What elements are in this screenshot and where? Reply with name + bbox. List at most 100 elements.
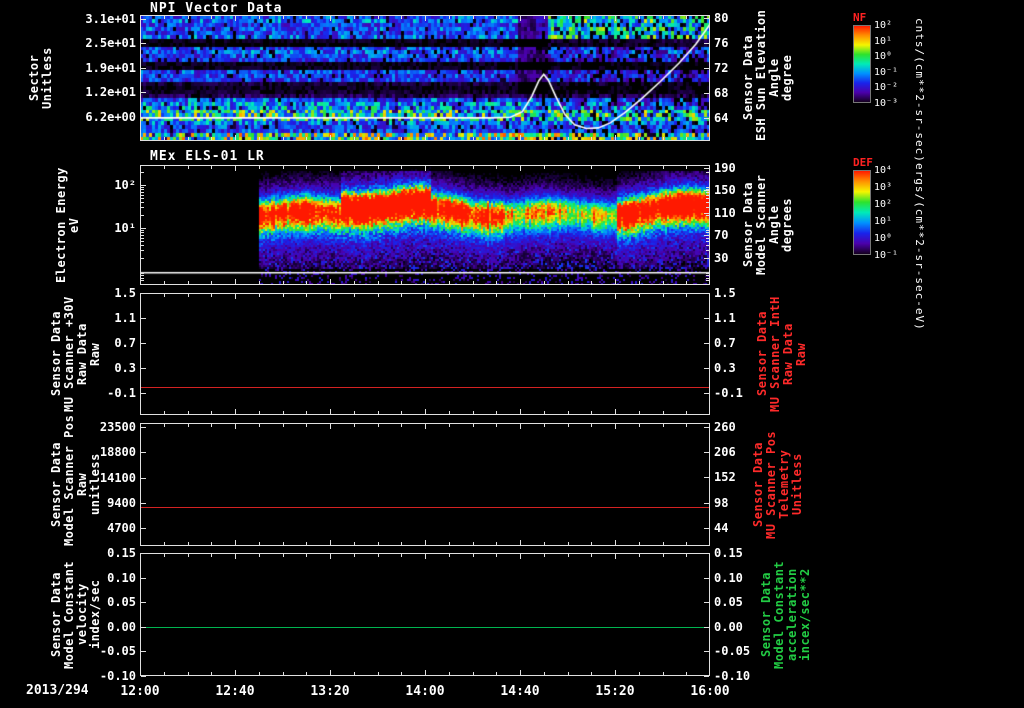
y-minor-tick [706, 245, 709, 246]
y-minor-tick [706, 232, 709, 233]
y-tick-mark [704, 118, 709, 119]
y-tick-mark [141, 117, 146, 118]
date-label: 2013/294 [26, 683, 89, 698]
x-tick-mark [496, 424, 497, 427]
x-tick-mark [330, 554, 331, 559]
x-tick-mark [591, 281, 592, 284]
x-tick-mark [401, 137, 402, 140]
y-minor-tick [141, 195, 144, 196]
x-tick-mark [188, 554, 189, 557]
colorbar-tick-label: 10⁰ [874, 51, 893, 62]
axis-label-line: Unitless [40, 47, 54, 109]
x-tick-mark [188, 166, 189, 169]
y-minor-tick [706, 230, 709, 231]
y-tick-label: 0.05 [714, 595, 743, 609]
y-tick-label: 2.5e+01 [85, 36, 136, 50]
y-minor-tick [141, 280, 144, 281]
x-tick-mark [211, 672, 212, 675]
y-minor-tick [141, 189, 144, 190]
y-tick-label: -0.05 [714, 644, 751, 658]
axis-label-line: Raw [88, 342, 102, 366]
x-tick-mark [425, 554, 426, 559]
x-tick-mark [520, 16, 521, 21]
x-tick-mark [164, 424, 165, 427]
x-tick-mark [639, 137, 640, 140]
x-tick-mark [211, 542, 212, 545]
y-tick-mark [704, 553, 709, 554]
x-tick-mark [330, 424, 331, 429]
y-minor-tick [141, 198, 144, 199]
y-minor-tick [141, 275, 144, 276]
x-tick-mark [568, 137, 569, 140]
y-tick-label: 260 [714, 420, 736, 434]
panel-title-els: MEx ELS-01 LR [150, 149, 265, 164]
y-tick-mark [704, 477, 709, 478]
x-tick-mark [164, 166, 165, 169]
x-tick-mark [615, 166, 616, 171]
x-tick-mark [591, 411, 592, 414]
x-tick-mark [425, 424, 426, 429]
x-tick-mark [663, 411, 664, 414]
x-tick-mark [188, 542, 189, 545]
y-minor-tick [141, 258, 144, 259]
x-tick-mark [663, 554, 664, 557]
x-tick-mark [235, 294, 236, 299]
x-tick-mark [354, 294, 355, 297]
y-tick-label: 1.1 [714, 311, 736, 325]
x-tick-mark [520, 409, 521, 414]
x-tick-mark [235, 166, 236, 171]
y-tick-mark [141, 343, 146, 344]
mu-scanner-30v-right-axis-label: Sensor Data MU Scanner IntH Raw Data Raw [755, 293, 808, 415]
x-tick-mark [591, 672, 592, 675]
time-tick-label: 14:00 [405, 684, 445, 699]
x-tick-mark [473, 672, 474, 675]
y-tick-mark [704, 578, 709, 579]
els-left-axis-label: Electron Energy eV [54, 165, 81, 285]
y-tick-mark [141, 293, 146, 294]
x-tick-mark [259, 424, 260, 427]
time-tick-label: 15:20 [595, 684, 635, 699]
axis-label-line: eV [67, 217, 81, 233]
y-minor-tick [706, 202, 709, 203]
x-tick-mark [520, 670, 521, 675]
x-tick-mark [568, 542, 569, 545]
y-tick-label: 1.2e+01 [85, 85, 136, 99]
x-tick-mark [378, 281, 379, 284]
x-tick-mark [615, 16, 616, 21]
npi-plot-frame [140, 15, 710, 141]
y-tick-mark [141, 427, 146, 428]
x-tick-mark [235, 670, 236, 675]
y-tick-mark [141, 368, 146, 369]
y-tick-label: 98 [714, 496, 729, 510]
x-tick-mark [425, 409, 426, 414]
els-plot-frame [140, 165, 710, 285]
colorbar-nf-label: NF [853, 11, 867, 24]
y-tick-mark [704, 18, 709, 19]
model-scanner-pos-left-axis-label: Sensor Data Model Scanner Pos Raw unitless [49, 415, 102, 546]
x-tick-mark [639, 166, 640, 169]
colorbar-def-label: DEF [853, 156, 873, 169]
y-minor-tick [706, 273, 709, 274]
y-minor-tick [706, 275, 709, 276]
y-tick-label: 3.1e+01 [85, 12, 136, 26]
x-tick-mark [520, 424, 521, 429]
y-tick-label: 0.15 [714, 546, 743, 560]
y-tick-mark [141, 676, 146, 677]
x-tick-mark [686, 166, 687, 169]
x-tick-mark [330, 670, 331, 675]
x-tick-mark [449, 411, 450, 414]
y-minor-tick [141, 232, 144, 233]
y-tick-label: 0.00 [714, 620, 743, 634]
x-tick-mark [401, 424, 402, 427]
x-tick-mark [378, 542, 379, 545]
y-tick-mark [141, 43, 146, 44]
x-tick-mark [568, 672, 569, 675]
x-tick-mark [354, 411, 355, 414]
x-tick-mark [686, 16, 687, 19]
x-tick-mark [496, 16, 497, 19]
x-tick-mark [211, 554, 212, 557]
x-tick-mark [354, 542, 355, 545]
x-tick-mark [591, 294, 592, 297]
y-tick-mark [141, 553, 146, 554]
y-tick-mark [704, 343, 709, 344]
